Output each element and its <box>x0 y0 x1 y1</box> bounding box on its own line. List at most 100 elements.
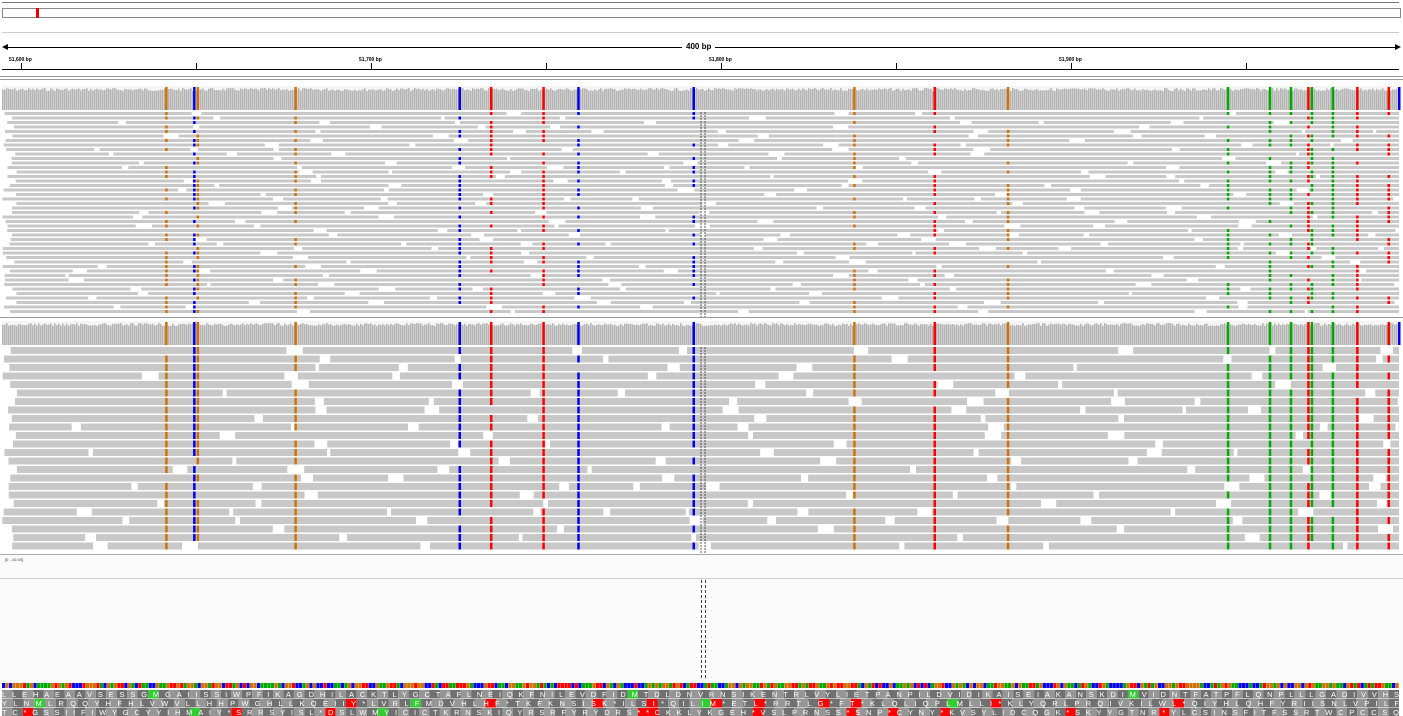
alignment-track-1[interactable] <box>0 84 1403 317</box>
read <box>7 166 122 169</box>
read <box>233 508 388 516</box>
sequence-base <box>868 683 872 688</box>
read <box>309 310 511 313</box>
coverage-bar <box>236 90 238 110</box>
read <box>6 148 95 151</box>
mismatch-mark <box>1356 224 1359 228</box>
coverage-bar <box>960 90 962 110</box>
mismatch-mark <box>933 130 936 133</box>
read <box>904 542 1044 550</box>
coverage-bar <box>1014 88 1016 110</box>
read <box>1124 525 1378 533</box>
mismatch-mark <box>165 197 168 201</box>
mismatch-mark <box>1289 139 1293 142</box>
coverage-bar <box>1236 325 1238 345</box>
center-line <box>701 580 703 678</box>
coverage-bar <box>456 324 458 345</box>
coverage-bar <box>250 323 252 345</box>
coverage-bar <box>12 324 14 345</box>
coverage-variant-bar <box>1398 87 1401 110</box>
mismatch-mark <box>1307 301 1310 304</box>
mismatch-mark <box>193 265 196 268</box>
mismatch-mark <box>1331 389 1335 397</box>
mismatch-mark <box>933 125 936 129</box>
ideogram-band[interactable] <box>2 8 1401 18</box>
mismatch-mark <box>853 423 856 431</box>
mismatch-mark <box>1289 206 1293 210</box>
coverage-bar <box>488 88 490 110</box>
read <box>931 508 1171 516</box>
coverage-bar <box>868 90 870 110</box>
coverage-bar <box>370 323 372 345</box>
sequence-base <box>36 683 41 688</box>
mismatch-mark <box>577 483 580 490</box>
coverage-bar <box>406 88 408 110</box>
mismatch-mark <box>853 139 856 142</box>
read <box>448 134 758 138</box>
sequence-base <box>1259 683 1263 688</box>
alignment-track-2[interactable] <box>0 319 1403 553</box>
coverage-bar <box>168 325 170 345</box>
read <box>710 542 900 550</box>
sequence-base <box>979 683 984 688</box>
read <box>317 491 520 499</box>
coverage-bar <box>978 325 980 345</box>
mismatch-mark <box>1331 197 1335 201</box>
read <box>2 215 134 219</box>
sequence-base <box>47 683 51 688</box>
mismatch-mark <box>489 287 493 291</box>
read <box>493 193 765 196</box>
mismatch-mark <box>196 500 200 507</box>
mismatch-mark <box>1268 166 1272 169</box>
coverage-bar <box>136 89 138 110</box>
read <box>7 175 317 178</box>
mismatch-mark <box>542 206 545 210</box>
coverage-bar <box>684 325 686 345</box>
coverage-bar <box>214 323 216 345</box>
coverage-bar <box>1316 323 1318 345</box>
coverage-bar <box>70 324 72 345</box>
mismatch-mark <box>196 355 200 363</box>
coverage-bar <box>64 325 66 345</box>
coverage-bar <box>1018 90 1020 110</box>
sequence-base <box>211 683 215 688</box>
read <box>1179 166 1399 169</box>
sequence-base <box>183 683 187 688</box>
sequence-base <box>466 683 470 688</box>
mismatch-mark <box>193 389 196 397</box>
coverage-bar <box>636 324 638 345</box>
ideogram-current-region-marker[interactable] <box>36 8 39 18</box>
coverage-bar <box>126 89 128 110</box>
coverage-bar <box>118 90 120 110</box>
mismatch-mark <box>1268 233 1272 237</box>
genome-ruler[interactable] <box>0 33 1403 81</box>
coverage-bar <box>780 89 782 110</box>
sequence-track[interactable]: LLEHAEAAVSESSGMGAIISSIWPFIKAGDHILACKTLYG… <box>0 682 1403 716</box>
mismatch-mark <box>1331 247 1335 250</box>
coverage-bar <box>620 323 622 345</box>
mismatch-mark <box>1387 517 1391 524</box>
read <box>1202 238 1399 241</box>
sequence-base <box>1067 683 1071 688</box>
coverage-bar <box>802 324 804 345</box>
mismatch-mark <box>1006 170 1010 174</box>
mismatch-mark <box>1356 355 1359 363</box>
mismatch-mark <box>1356 197 1359 201</box>
coverage-bar <box>1342 325 1344 345</box>
coverage-bar <box>1100 323 1102 345</box>
mismatch-mark <box>1307 491 1310 499</box>
coverage-bar <box>34 90 36 110</box>
coverage-bar <box>410 90 412 110</box>
sequence-base <box>564 683 568 688</box>
read <box>639 483 707 490</box>
mismatch-mark <box>489 112 493 115</box>
sequence-base <box>1032 683 1036 688</box>
read <box>1089 233 1279 237</box>
mismatch-mark <box>1289 193 1293 196</box>
coverage-bar <box>654 325 656 345</box>
coverage-bar <box>888 323 890 345</box>
read <box>12 542 94 550</box>
mismatch-mark <box>1307 542 1310 550</box>
coverage-bar <box>1096 323 1098 345</box>
read <box>610 301 684 304</box>
